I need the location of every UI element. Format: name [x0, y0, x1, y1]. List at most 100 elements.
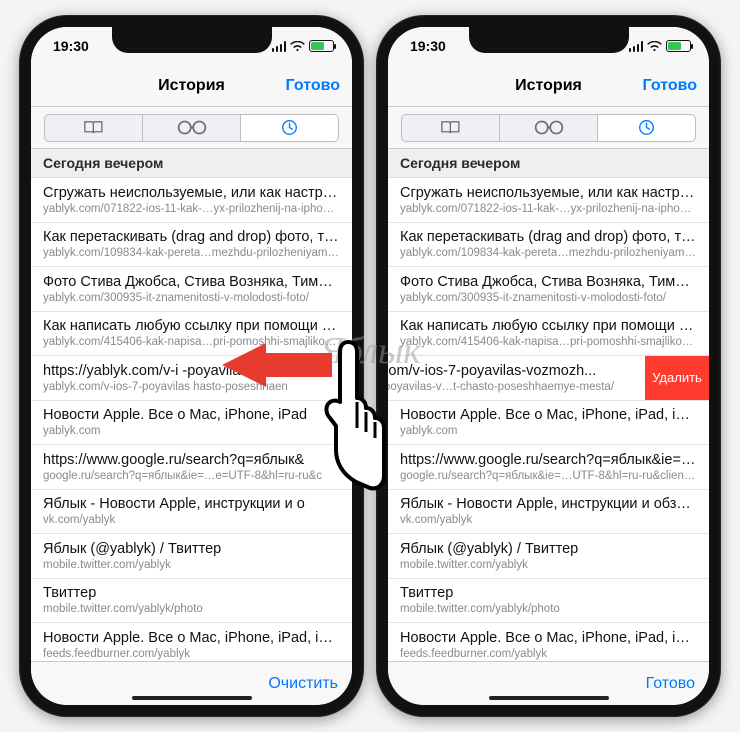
- glasses-icon: [532, 119, 566, 136]
- home-indicator: [489, 696, 609, 700]
- tab-reading-list[interactable]: [143, 115, 241, 141]
- page-title: История: [515, 77, 582, 95]
- tab-history[interactable]: [598, 115, 695, 141]
- history-row-title: Яблык (@yablyk) / Твиттер: [43, 540, 340, 558]
- history-row-title: Яблык - Новости Apple, инструкции и обзо…: [400, 495, 697, 513]
- done-button[interactable]: Готово: [643, 77, 697, 95]
- history-row-subtitle: yablyk.com/415406-kak-napisa…pri-pomoshh…: [43, 335, 340, 349]
- device-notch: [469, 27, 629, 53]
- device-notch: [112, 27, 272, 53]
- history-row[interactable]: https://www.google.ru/search?q=яблык&goo…: [31, 445, 352, 490]
- history-row[interactable]: Фото Стива Джобса, Стива Возняка, Тима К…: [31, 267, 352, 312]
- clock-icon: [281, 119, 298, 136]
- delete-button[interactable]: Удалить: [645, 356, 709, 400]
- history-row-title: Сгружать неиспользуемые, или как настрои…: [400, 184, 697, 202]
- history-list[interactable]: Сгружать неиспользуемые, или как настрои…: [388, 178, 709, 668]
- page-title: История: [158, 77, 225, 95]
- segmented-control: [388, 107, 709, 149]
- done-button[interactable]: Готово: [286, 77, 340, 95]
- history-row-title: Новости Apple. Все о Mac, iPhone, iPad: [43, 406, 340, 424]
- watermark: Яблык: [320, 329, 421, 373]
- history-row[interactable]: Яблык (@yablyk) / Твиттерmobile.twitter.…: [388, 534, 709, 579]
- history-row-title: Сгружать неиспользуемые, или как настрои…: [43, 184, 340, 202]
- history-row-subtitle: feeds.feedburner.com/yablyk: [43, 647, 340, 661]
- phone-left: 19:30 История Готово Сегодня вечером: [19, 15, 364, 717]
- navigation-bar: История Готово: [31, 65, 352, 107]
- history-row-subtitle: yablyk.com/071822-ios-11-kak-…yx-prilozh…: [400, 202, 697, 216]
- done-bottom-button[interactable]: Готово: [646, 675, 695, 693]
- home-indicator: [132, 696, 252, 700]
- section-header: Сегодня вечером: [31, 149, 352, 178]
- history-row-subtitle: yablyk.com/415406-kak-napisa…pri-pomoshh…: [400, 335, 697, 349]
- segmented-control: [31, 107, 352, 149]
- history-row-subtitle: mobile.twitter.com/yablyk: [43, 558, 340, 572]
- tab-bookmarks[interactable]: [402, 115, 500, 141]
- history-list[interactable]: Сгружать неиспользуемые, или как настрои…: [31, 178, 352, 668]
- history-row[interactable]: Новости Apple. Все о Mac, iPhone, iPadya…: [31, 401, 352, 446]
- history-row[interactable]: Новости Apple. Все о Mac, iPhone, iPad, …: [388, 401, 709, 446]
- history-row-subtitle: n/v-ios-7-poyavilas-v…t-chasto-poseshhae…: [388, 380, 633, 394]
- history-row[interactable]: https://www.google.ru/search?q=яблык&ie=…: [388, 445, 709, 490]
- history-row[interactable]: yablyk.com/v-ios-7-poyavilas-vozmozh...n…: [388, 356, 709, 401]
- cellular-icon: [272, 41, 287, 52]
- history-row-title: https://www.google.ru/search?q=яблык&: [43, 451, 340, 469]
- history-row[interactable]: Как перетаскивать (drag and drop) фото, …: [388, 223, 709, 268]
- wifi-icon: [647, 41, 662, 52]
- battery-icon: [309, 40, 334, 52]
- history-row-subtitle: yablyk.com: [400, 424, 697, 438]
- tab-reading-list[interactable]: [500, 115, 598, 141]
- history-row[interactable]: https://yablyk.com/v-i -poyavilas-vozyab…: [31, 356, 352, 401]
- history-row[interactable]: Твиттерmobile.twitter.com/yablyk/photo: [31, 579, 352, 624]
- history-row-subtitle: yablyk.com/071822-ios-11-kak-…yx-prilozh…: [43, 202, 340, 216]
- history-row-subtitle: vk.com/yablyk: [43, 513, 340, 527]
- history-row-title: Твиттер: [400, 584, 697, 602]
- clock-icon: [638, 119, 655, 136]
- history-row-title: Как перетаскивать (drag and drop) фото, …: [43, 228, 340, 246]
- history-row-subtitle: yablyk.com/109834-kak-pereta…mezhdu-pril…: [400, 246, 697, 260]
- history-row-subtitle: yablyk.com/109834-kak-pereta…mezhdu-pril…: [43, 246, 340, 260]
- history-row-title: Как перетаскивать (drag and drop) фото, …: [400, 228, 697, 246]
- history-row[interactable]: Сгружать неиспользуемые, или как настрои…: [31, 178, 352, 223]
- clear-button[interactable]: Очистить: [268, 675, 338, 693]
- history-row-subtitle: yablyk.com/300935-it-znamenitosti-v-molo…: [43, 291, 340, 305]
- history-row[interactable]: Твиттерmobile.twitter.com/yablyk/photo: [388, 579, 709, 624]
- history-row-title: Яблык (@yablyk) / Твиттер: [400, 540, 697, 558]
- glasses-icon: [175, 119, 209, 136]
- history-row-subtitle: yablyk.com/300935-it-znamenitosti-v-molo…: [400, 291, 697, 305]
- history-row[interactable]: Как написать любую ссылку при помощи см.…: [388, 312, 709, 357]
- history-row-subtitle: feeds.feedburner.com/yablyk: [400, 647, 697, 661]
- history-row-subtitle: mobile.twitter.com/yablyk: [400, 558, 697, 572]
- tab-history[interactable]: [241, 115, 338, 141]
- status-time: 19:30: [53, 38, 89, 54]
- tab-bookmarks[interactable]: [45, 115, 143, 141]
- history-row[interactable]: Яблык (@yablyk) / Твиттерmobile.twitter.…: [31, 534, 352, 579]
- history-row[interactable]: Яблык - Новости Apple, инструкции и обзо…: [388, 490, 709, 535]
- history-row-title: https://yablyk.com/v-i -poyavilas-voz: [43, 362, 340, 380]
- history-row-title: Твиттер: [43, 584, 340, 602]
- history-row-subtitle: yablyk.com: [43, 424, 340, 438]
- history-row-subtitle: yablyk.com/v-ios-7-poyavilas hasto-poses…: [43, 380, 340, 394]
- history-row-subtitle: vk.com/yablyk: [400, 513, 697, 527]
- history-row[interactable]: Яблык - Новости Apple, инструкции и оvk.…: [31, 490, 352, 535]
- cellular-icon: [629, 41, 644, 52]
- history-row-title: Яблык - Новости Apple, инструкции и о: [43, 495, 340, 513]
- status-time: 19:30: [410, 38, 446, 54]
- history-row[interactable]: Как перетаскивать (drag and drop) фото, …: [31, 223, 352, 268]
- history-row[interactable]: Фото Стива Джобса, Стива Возняка, Тима К…: [388, 267, 709, 312]
- history-row-subtitle: google.ru/search?q=яблык&ie=…UTF-8&hl=ru…: [400, 469, 697, 483]
- book-icon: [82, 119, 105, 136]
- history-row-title: https://www.google.ru/search?q=яблык&ie=…: [400, 451, 697, 469]
- history-row-title: Фото Стива Джобса, Стива Возняка, Тима К…: [43, 273, 340, 291]
- history-row-title: Новости Apple. Все о Mac, iPhone, iPad, …: [43, 629, 340, 647]
- phone-right: 19:30 История Готово Сегодня вечером: [376, 15, 721, 717]
- history-row-title: Как написать любую ссылку при помощи см.…: [43, 317, 340, 335]
- history-row-subtitle: google.ru/search?q=яблык&ie=…e=UTF-8&hl=…: [43, 469, 340, 483]
- navigation-bar: История Готово: [388, 65, 709, 107]
- history-row-subtitle: mobile.twitter.com/yablyk/photo: [43, 602, 340, 616]
- history-row[interactable]: Сгружать неиспользуемые, или как настрои…: [388, 178, 709, 223]
- history-row[interactable]: Как написать любую ссылку при помощи см.…: [31, 312, 352, 357]
- battery-icon: [666, 40, 691, 52]
- section-header: Сегодня вечером: [388, 149, 709, 178]
- book-icon: [439, 119, 462, 136]
- wifi-icon: [290, 41, 305, 52]
